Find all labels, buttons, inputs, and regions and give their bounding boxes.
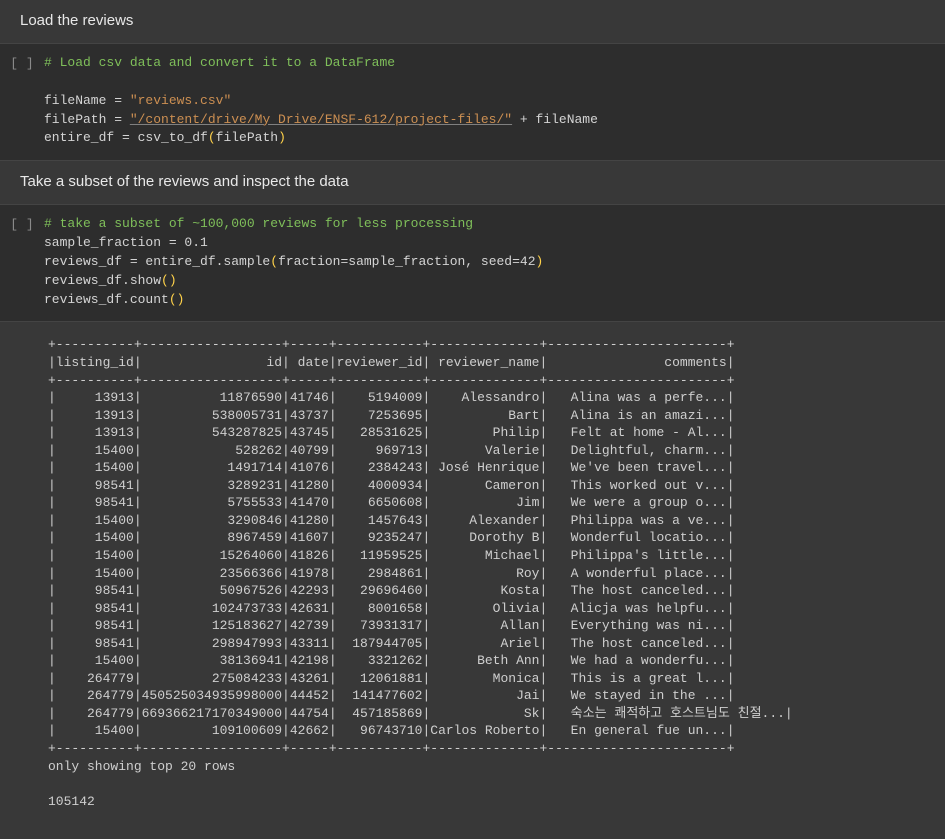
code-token: entire_df	[44, 130, 114, 145]
cell-gutter-2[interactable]: [ ]	[0, 215, 44, 309]
cell-output-2: +----------+------------------+-----+---…	[0, 322, 945, 824]
paren-close: )	[169, 273, 177, 288]
code-token: =	[114, 130, 137, 145]
code-token: filePath	[44, 112, 106, 127]
paren-close: )	[536, 254, 544, 269]
code-line: sample_fraction = 0.1	[44, 235, 208, 250]
paren-open: (	[270, 254, 278, 269]
code-cell-2[interactable]: [ ] # take a subset of ~100,000 reviews …	[0, 204, 945, 322]
code-token: =	[106, 112, 129, 127]
paren-open: (	[161, 273, 169, 288]
code-token: fileName	[536, 112, 598, 127]
code-token: reviews_df.show	[44, 273, 161, 288]
section-heading-load: Load the reviews	[0, 0, 945, 43]
code-token: reviews_df.count	[44, 292, 169, 307]
code-body-2[interactable]: # take a subset of ~100,000 reviews for …	[44, 215, 945, 309]
code-token: fraction=sample_fraction, seed=42	[278, 254, 535, 269]
code-comment: # Load csv data and convert it to a Data…	[44, 55, 395, 70]
code-comment: # take a subset of ~100,000 reviews for …	[44, 216, 473, 231]
code-body-1[interactable]: # Load csv data and convert it to a Data…	[44, 54, 945, 148]
paren-open: (	[169, 292, 177, 307]
code-token: reviews_df = entire_df.sample	[44, 254, 270, 269]
paren-close: )	[177, 292, 185, 307]
code-token: +	[512, 112, 535, 127]
code-token: filePath	[216, 130, 278, 145]
code-token: csv_to_df	[138, 130, 208, 145]
paren-open: (	[208, 130, 216, 145]
code-string-path[interactable]: "/content/drive/My Drive/ENSF-612/projec…	[130, 112, 512, 127]
section-heading-subset: Take a subset of the reviews and inspect…	[0, 161, 945, 204]
code-token: =	[106, 93, 129, 108]
paren-close: )	[278, 130, 286, 145]
code-cell-1[interactable]: [ ] # Load csv data and convert it to a …	[0, 43, 945, 161]
code-token: fileName	[44, 93, 106, 108]
cell-gutter-1[interactable]: [ ]	[0, 54, 44, 148]
code-string: "reviews.csv"	[130, 93, 231, 108]
